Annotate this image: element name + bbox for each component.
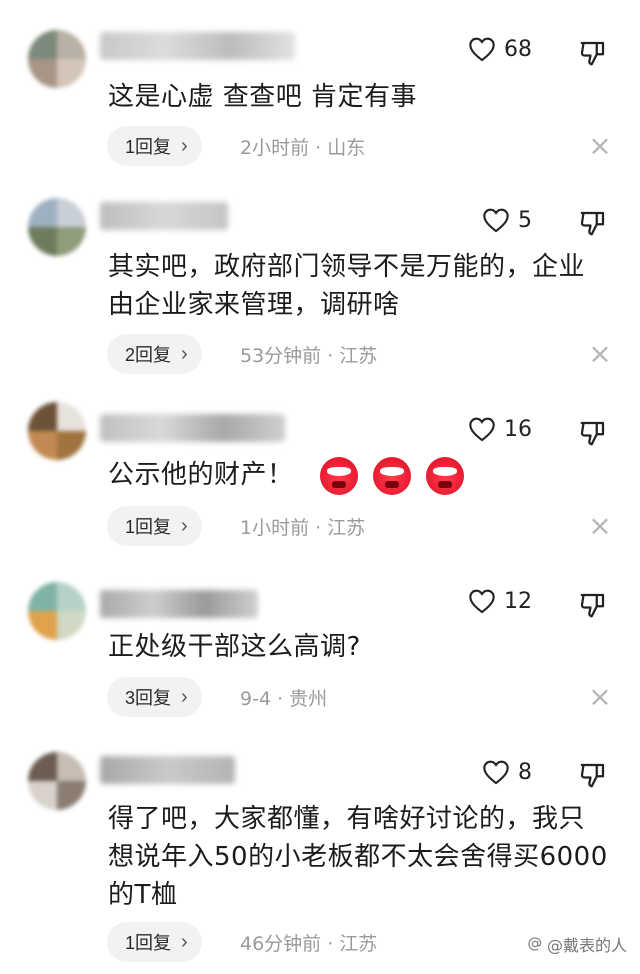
- heart-outline-icon: [469, 417, 495, 442]
- chevron-right-icon: ›: [181, 930, 188, 953]
- avatar[interactable]: [28, 198, 86, 256]
- like-button[interactable]: 12: [468, 588, 532, 614]
- avatar[interactable]: [28, 30, 86, 88]
- heart-outline-icon: [469, 37, 495, 62]
- username-blurred[interactable]: [100, 414, 285, 442]
- thumbs-down-outline-icon[interactable]: [578, 38, 608, 68]
- like-button[interactable]: 5: [482, 207, 532, 233]
- angry-emoji-icon: [373, 456, 412, 495]
- reply-button[interactable]: 3回复 ›: [107, 677, 202, 717]
- thumbs-down-outline-icon[interactable]: [578, 418, 608, 448]
- heart-outline-icon: [469, 589, 495, 614]
- like-button[interactable]: 8: [482, 759, 532, 785]
- chevron-right-icon: ›: [181, 514, 188, 537]
- comment-meta: 53分钟前 · 江苏: [240, 344, 378, 367]
- close-icon[interactable]: ×: [588, 683, 612, 711]
- like-count: 68: [504, 36, 532, 62]
- username-blurred[interactable]: [100, 756, 235, 784]
- close-icon[interactable]: ×: [588, 512, 612, 540]
- angry-emoji-icon: [320, 456, 359, 495]
- comment-text: 正处级干部这么高调?: [108, 632, 361, 662]
- comment-text: 其实吧，政府部门领导不是万能的，企业由企业家来管理，调研啥: [108, 252, 586, 320]
- heart-outline-icon: [483, 208, 509, 233]
- thumbs-down-outline-icon[interactable]: [578, 760, 608, 790]
- like-count: 5: [518, 207, 532, 233]
- comment-text: 得了吧，大家都懂，有啥好讨论的，我只想说年入50的小老板都不太会舍得买6000的…: [108, 804, 608, 910]
- chevron-right-icon: ›: [181, 134, 188, 157]
- comment-text-content: 公示他的财产！: [108, 460, 294, 490]
- at-sign-icon: [528, 937, 542, 951]
- reply-label: 2回复: [125, 345, 172, 365]
- comment-meta: 46分钟前 · 江苏: [240, 932, 378, 955]
- chevron-right-icon: ›: [181, 342, 188, 365]
- like-button[interactable]: 16: [468, 416, 532, 442]
- comment-meta: 9-4 · 贵州: [240, 687, 328, 710]
- reply-button[interactable]: 1回复 ›: [107, 506, 202, 546]
- chevron-right-icon: ›: [181, 685, 188, 708]
- reply-label: 3回复: [125, 688, 172, 708]
- heart-outline-icon: [483, 760, 509, 785]
- reply-label: 1回复: [125, 137, 172, 157]
- like-count: 8: [518, 759, 532, 785]
- avatar[interactable]: [28, 752, 86, 810]
- thumbs-down-outline-icon[interactable]: [578, 590, 608, 620]
- reply-button[interactable]: 1回复 ›: [107, 126, 202, 166]
- comment-meta: 2小时前 · 山东: [240, 136, 366, 159]
- username-blurred[interactable]: [100, 32, 295, 60]
- close-icon[interactable]: ×: [588, 132, 612, 160]
- like-count: 12: [504, 588, 532, 614]
- username-blurred[interactable]: [100, 590, 258, 618]
- avatar[interactable]: [28, 402, 86, 460]
- watermark-text: @戴表的人: [547, 936, 628, 955]
- reply-button[interactable]: 2回复 ›: [107, 334, 202, 374]
- comment-text: 公示他的财产！: [108, 456, 608, 495]
- reply-button[interactable]: 1回复 ›: [107, 922, 202, 962]
- comment-text: 这是心虚 查查吧 肯定有事: [108, 82, 418, 112]
- like-count: 16: [504, 416, 532, 442]
- like-button[interactable]: 68: [468, 36, 532, 62]
- reply-label: 1回复: [125, 933, 172, 953]
- angry-emoji-icon: [425, 456, 464, 495]
- thumbs-down-outline-icon[interactable]: [578, 208, 608, 238]
- reply-label: 1回复: [125, 517, 172, 537]
- comment-meta: 1小时前 · 江苏: [240, 516, 366, 539]
- close-icon[interactable]: ×: [588, 340, 612, 368]
- avatar[interactable]: [28, 582, 86, 640]
- username-blurred[interactable]: [100, 202, 228, 230]
- watermark: @戴表的人: [527, 932, 627, 956]
